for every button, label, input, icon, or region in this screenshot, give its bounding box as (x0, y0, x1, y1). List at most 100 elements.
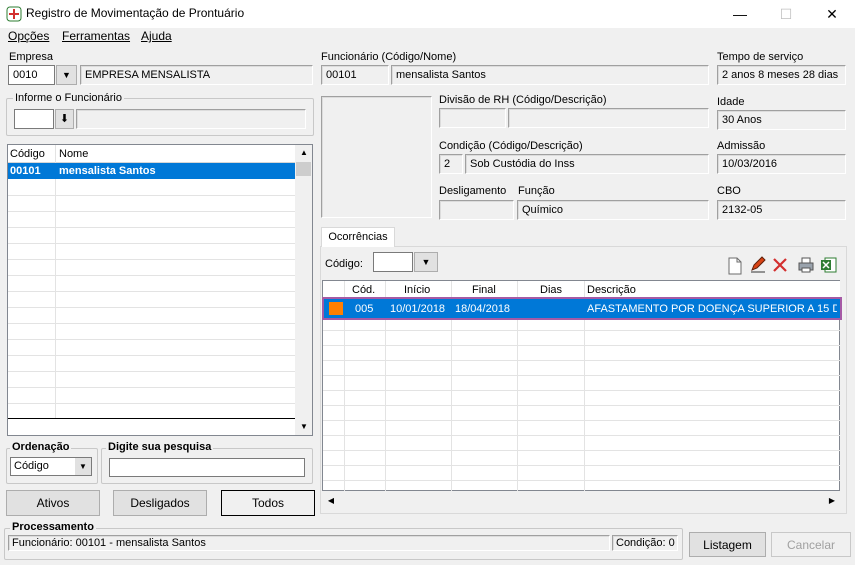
cbo-field: 2132-05 (717, 200, 846, 220)
grid-line (8, 387, 295, 388)
processamento-condicao: Condição: 0 (612, 535, 678, 551)
employee-list[interactable] (7, 144, 313, 436)
grid-line (323, 390, 840, 391)
grid-line (8, 211, 295, 212)
app-icon (6, 6, 22, 22)
download-arrow-icon[interactable]: ⬇ (55, 109, 74, 129)
grid-line (323, 465, 840, 466)
employee-row-code: 00101 (10, 165, 41, 177)
col-final-header[interactable]: Final (472, 284, 496, 296)
processamento-label: Processamento (10, 521, 96, 533)
col-nome-header[interactable]: Nome (59, 148, 88, 160)
ocorrencias-dropdown-icon[interactable]: ▼ (414, 252, 438, 272)
ocorrencias-grid-header (323, 281, 840, 298)
employee-row-name: mensalista Santos (59, 165, 156, 177)
grid-line (8, 323, 295, 324)
desligados-button[interactable]: Desligados (113, 490, 207, 516)
ativos-button[interactable]: Ativos (6, 490, 100, 516)
menu-opcoes[interactable]: Opções (8, 29, 49, 43)
pesquisa-input[interactable] (109, 458, 305, 477)
grid-line (323, 405, 840, 406)
delete-x-icon[interactable] (771, 256, 789, 277)
scroll-thumb[interactable] (296, 162, 311, 176)
menu-ajuda[interactable]: Ajuda (141, 29, 172, 43)
ocorrencias-codigo-label: Código: (325, 258, 363, 270)
minimize-icon[interactable]: — (717, 0, 763, 28)
empresa-dropdown-icon[interactable]: ▼ (56, 65, 77, 85)
grid-line (8, 243, 295, 244)
informe-name-field (76, 109, 306, 129)
col-cod-header[interactable]: Cód. (352, 284, 375, 296)
col-divider (55, 145, 56, 419)
grid-line (8, 355, 295, 356)
processamento-status: Funcionário: 00101 - mensalista Santos (8, 535, 610, 551)
col-inicio-header[interactable]: Início (404, 284, 430, 296)
ocorrencias-hscrollbar[interactable] (323, 492, 841, 509)
pesquisa-label: Digite sua pesquisa (106, 441, 214, 453)
funcionario-label: Funcionário (Código/Nome) (321, 51, 457, 63)
tempo-servico-label: Tempo de serviço (717, 51, 804, 63)
informe-label: Informe o Funcionário (13, 92, 124, 104)
close-icon[interactable]: ✕ (809, 0, 855, 28)
grid-line (323, 345, 840, 346)
menu-ferramentas[interactable]: Ferramentas (62, 29, 130, 43)
col-dias-header[interactable]: Dias (540, 284, 562, 296)
tab-ocorrencias[interactable]: Ocorrências (321, 227, 395, 247)
col-codigo-header[interactable]: Código (10, 148, 45, 160)
scroll-up-icon[interactable]: ▲ (296, 145, 312, 161)
grid-line (323, 450, 840, 451)
informe-input[interactable] (14, 109, 54, 129)
grid-line (323, 420, 840, 421)
new-document-icon[interactable] (727, 257, 743, 278)
divisao-desc-field (508, 108, 709, 128)
scroll-down-icon[interactable]: ▼ (296, 419, 312, 435)
todos-button[interactable]: Todos (221, 490, 315, 516)
grid-line (323, 360, 840, 361)
divisao-code-field (439, 108, 506, 128)
edit-pencil-icon[interactable] (749, 256, 767, 277)
occurrence-cod: 005 (355, 303, 374, 315)
grid-line (323, 330, 840, 331)
list-bottom-line (8, 418, 295, 419)
ordenacao-dropdown-icon[interactable]: ▼ (75, 458, 91, 475)
employee-list-header (8, 145, 295, 163)
print-icon[interactable] (797, 256, 815, 277)
col-descricao-header[interactable]: Descrição (587, 284, 636, 296)
employee-photo (321, 96, 432, 218)
ocorrencias-codigo-input[interactable] (373, 252, 413, 272)
occurrence-descricao: AFASTAMENTO POR DOENÇA SUPERIOR A 15 DIA… (587, 303, 837, 315)
admissao-field: 10/03/2016 (717, 154, 846, 174)
idade-field: 30 Anos (717, 110, 846, 130)
window-title: Registro de Movimentação de Prontuário (26, 6, 245, 20)
occurrence-color-swatch (329, 302, 343, 315)
employee-list-scrollbar[interactable] (295, 145, 312, 435)
empresa-label: Empresa (9, 51, 54, 63)
funcao-label: Função (518, 185, 555, 197)
grid-line (8, 291, 295, 292)
empresa-name-field: EMPRESA MENSALISTA (80, 65, 313, 85)
condicao-desc-field: Sob Custódia do Inss (465, 154, 709, 174)
grid-line (8, 307, 295, 308)
idade-label: Idade (717, 96, 745, 108)
grid-line (8, 275, 295, 276)
occurrence-final: 18/04/2018 (455, 303, 511, 315)
scroll-left-icon[interactable]: ◀ (323, 493, 339, 509)
desligamento-label: Desligamento (439, 185, 507, 197)
funcionario-code-field: 00101 (321, 65, 389, 85)
maximize-icon[interactable]: ☐ (763, 0, 809, 28)
grid-line (323, 480, 840, 481)
grid-line (8, 195, 295, 196)
grid-line (8, 259, 295, 260)
scroll-right-icon[interactable]: ▶ (824, 493, 840, 509)
ordenacao-label: Ordenação (10, 441, 72, 453)
excel-export-icon[interactable] (820, 256, 838, 277)
grid-line (323, 435, 840, 436)
admissao-label: Admissão (717, 140, 766, 152)
funcao-field: Químico (517, 200, 709, 220)
grid-line (8, 227, 295, 228)
grid-line (8, 403, 295, 404)
listagem-button[interactable]: Listagem (689, 532, 766, 557)
funcionario-name-field: mensalista Santos (391, 65, 709, 85)
cancelar-button[interactable]: Cancelar (771, 532, 851, 557)
empresa-code-field[interactable]: 0010 (8, 65, 55, 85)
